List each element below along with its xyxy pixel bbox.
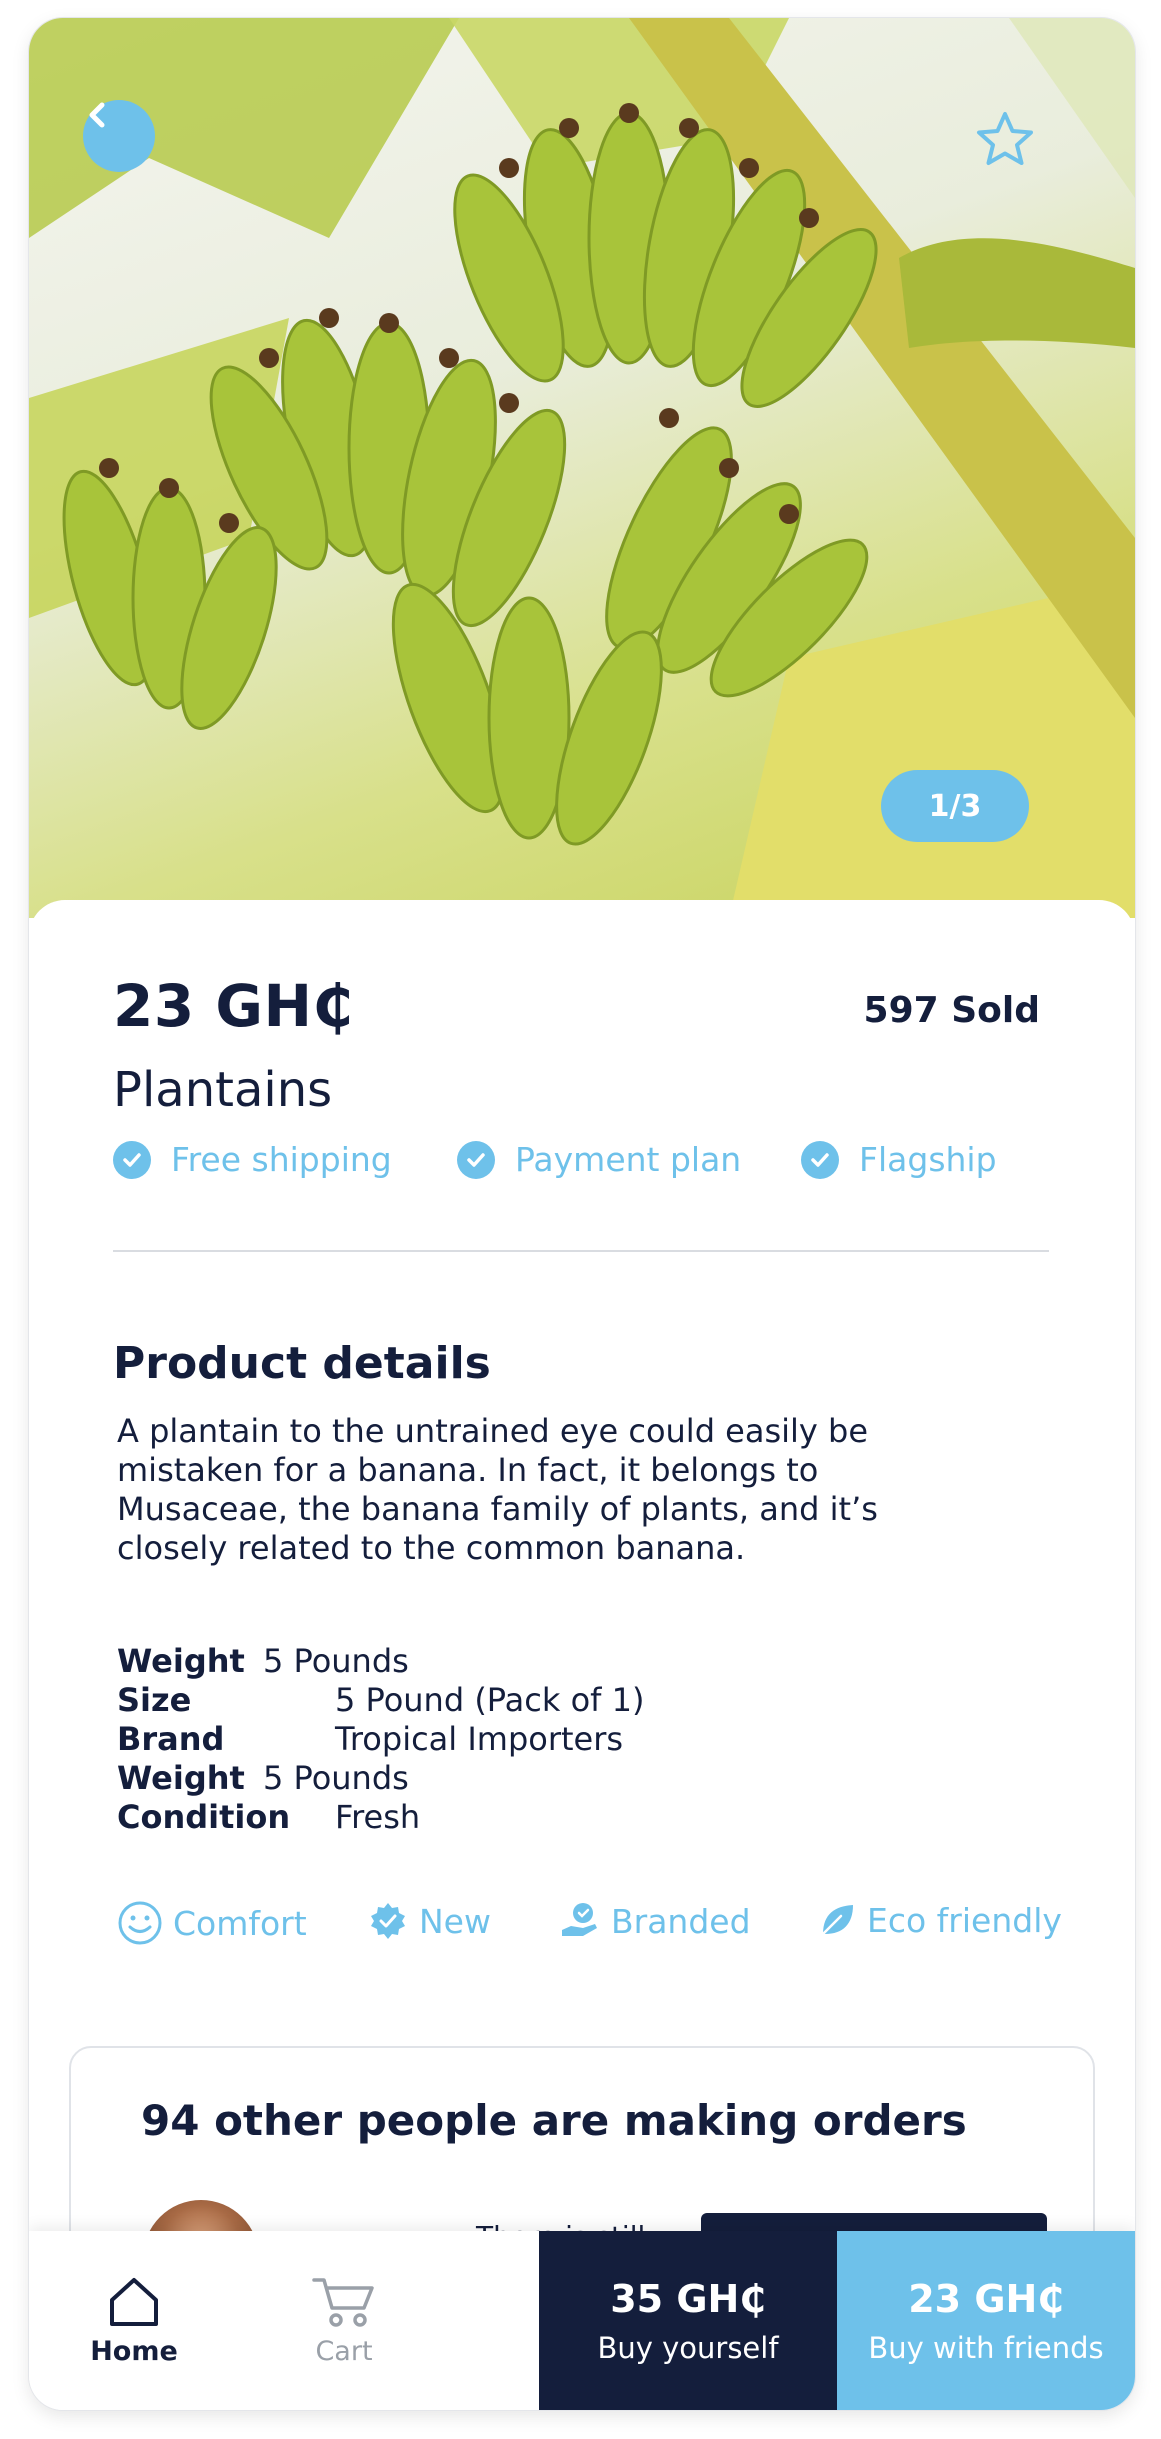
tag-label: Branded xyxy=(611,1901,751,1941)
tag-label: New xyxy=(419,1901,491,1941)
tag-label: Comfort xyxy=(173,1903,307,1943)
buy-friends-price: 23 GH₵ xyxy=(908,2276,1064,2321)
buy-yourself-label: Buy yourself xyxy=(597,2330,779,2365)
tag-new: New xyxy=(367,1900,491,1942)
home-icon xyxy=(110,2278,158,2326)
spec-value: 5 Pounds xyxy=(263,1642,409,1680)
product-name: Plantains xyxy=(113,1062,333,1118)
spec-value: Fresh xyxy=(335,1798,421,1836)
orders-title: 94 other people are making orders xyxy=(141,2096,967,2145)
bottom-bar: Home Cart 35 GH₵ Buy yourself 23 GH₵ Buy… xyxy=(29,2231,1135,2410)
details-title: Product details xyxy=(113,1338,491,1389)
check-circle-icon xyxy=(457,1140,495,1179)
spec-label: Brand xyxy=(117,1720,225,1758)
smile-icon xyxy=(117,1900,163,1946)
spec-row-brand: Brand Tropical Importers xyxy=(117,1720,623,1758)
nav-home-label: Home xyxy=(90,2336,178,2367)
tag-eco-friendly: Eco friendly xyxy=(817,1900,1062,1940)
cart-icon xyxy=(312,2278,374,2327)
back-button[interactable] xyxy=(83,100,155,172)
spec-value: 5 Pound (Pack of 1) xyxy=(335,1681,645,1719)
feature-free-shipping: Free shipping xyxy=(113,1140,392,1179)
feature-label: Free shipping xyxy=(171,1140,392,1179)
buy-friends-label: Buy with friends xyxy=(868,2330,1104,2365)
feature-flagship: Flagship xyxy=(801,1140,997,1179)
image-counter: 1/3 xyxy=(881,770,1029,842)
feature-label: Payment plan xyxy=(515,1140,742,1179)
buy-yourself-price: 35 GH₵ xyxy=(610,2276,766,2321)
sold-count: 597 Sold xyxy=(863,990,1040,1031)
chevron-left-icon xyxy=(89,102,105,128)
feature-payment-plan: Payment plan xyxy=(457,1140,741,1179)
check-circle-icon xyxy=(113,1140,151,1179)
star-icon xyxy=(977,112,1033,165)
details-description: A plantain to the untrained eye could ea… xyxy=(117,1412,878,1567)
spec-label: Condition xyxy=(117,1798,291,1836)
product-image[interactable]: 1/3 xyxy=(29,18,1135,918)
check-circle-icon xyxy=(801,1140,839,1179)
spec-label: Size xyxy=(117,1681,192,1719)
feature-label: Flagship xyxy=(859,1140,997,1179)
favorite-button[interactable] xyxy=(973,108,1037,172)
spec-label: Weight xyxy=(117,1759,245,1797)
nav-cart-label: Cart xyxy=(315,2336,373,2367)
spec-value: Tropical Importers xyxy=(335,1720,624,1758)
spec-value: 5 Pounds xyxy=(263,1759,409,1797)
spec-row-size: Size 5 Pound (Pack of 1) xyxy=(117,1681,644,1719)
spec-row-condition: Condition Fresh xyxy=(117,1798,420,1836)
tag-label: Eco friendly xyxy=(867,1900,1062,1940)
spec-label: Weight xyxy=(117,1642,245,1680)
nav-home[interactable]: Home xyxy=(29,2231,239,2410)
buy-with-friends-button[interactable]: 23 GH₵ Buy with friends xyxy=(837,2231,1135,2410)
nav-cart[interactable]: Cart xyxy=(239,2231,449,2410)
spec-row-weight: Weight 5 Pounds xyxy=(117,1642,409,1680)
tag-comfort: Comfort xyxy=(117,1900,307,1946)
product-price: 23 GH₵ xyxy=(113,972,354,1040)
tag-branded: Branded xyxy=(559,1900,751,1942)
phone-screen: 1/3 23 GH₵ 597 Sold Plantains Free shipp… xyxy=(29,18,1135,2410)
badge-icon xyxy=(367,1900,409,1942)
spec-row-weight-2: Weight 5 Pounds xyxy=(117,1759,409,1797)
product-card: 23 GH₵ 597 Sold Plantains Free shipping … xyxy=(29,900,1135,2350)
leaf-icon xyxy=(817,1900,857,1940)
hand-badge-icon xyxy=(559,1900,601,1942)
divider xyxy=(113,1250,1049,1252)
buy-yourself-button[interactable]: 35 GH₵ Buy yourself xyxy=(539,2231,837,2410)
